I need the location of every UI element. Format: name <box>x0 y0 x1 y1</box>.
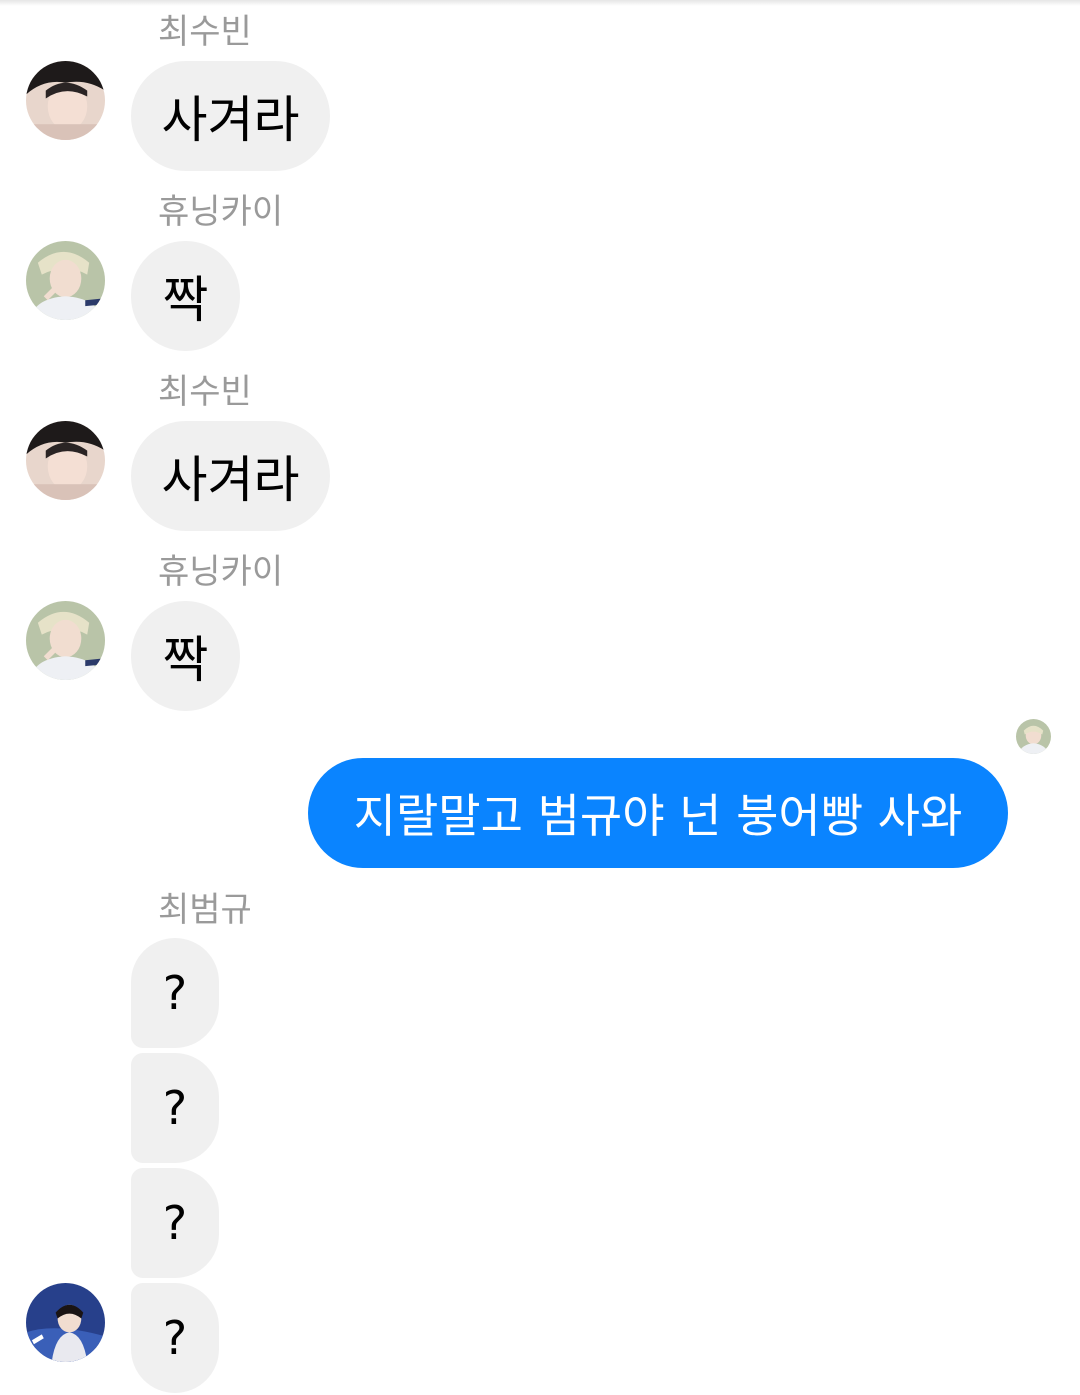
message-bubble[interactable]: ? <box>131 938 219 1048</box>
sender-name-hueningkai: 휴닝카이 <box>158 552 284 592</box>
message-bubble[interactable]: 사겨라 <box>131 421 330 531</box>
top-edge-shadow <box>0 0 1080 6</box>
sender-name-beomgyu: 최범규 <box>158 890 252 930</box>
sender-name-soobin: 최수빈 <box>158 372 252 412</box>
outgoing-message-bubble[interactable]: 지랄말고 범규야 넌 붕어빵 사와 <box>308 758 1008 868</box>
avatar-soobin[interactable] <box>26 421 105 500</box>
avatar-photo-icon <box>26 601 105 680</box>
seen-avatar-icon <box>1016 719 1051 754</box>
sender-name-soobin: 최수빈 <box>158 12 252 52</box>
avatar-hueningkai[interactable] <box>26 601 105 680</box>
message-bubble[interactable]: 짝 <box>131 601 240 711</box>
sender-name-hueningkai: 휴닝카이 <box>158 192 284 232</box>
message-bubble[interactable]: ? <box>131 1283 219 1393</box>
avatar-photo-icon <box>26 421 105 500</box>
avatar-photo-icon <box>26 1283 105 1362</box>
avatar-photo-icon <box>26 61 105 140</box>
message-bubble[interactable]: 짝 <box>131 241 240 351</box>
message-bubble[interactable]: ? <box>131 1168 219 1278</box>
avatar-photo-icon <box>26 241 105 320</box>
message-bubble[interactable]: 사겨라 <box>131 61 330 171</box>
avatar-hueningkai[interactable] <box>26 241 105 320</box>
seen-indicator <box>1016 719 1051 754</box>
avatar-beomgyu[interactable] <box>26 1283 105 1362</box>
message-bubble[interactable]: ? <box>131 1053 219 1163</box>
avatar-soobin[interactable] <box>26 61 105 140</box>
